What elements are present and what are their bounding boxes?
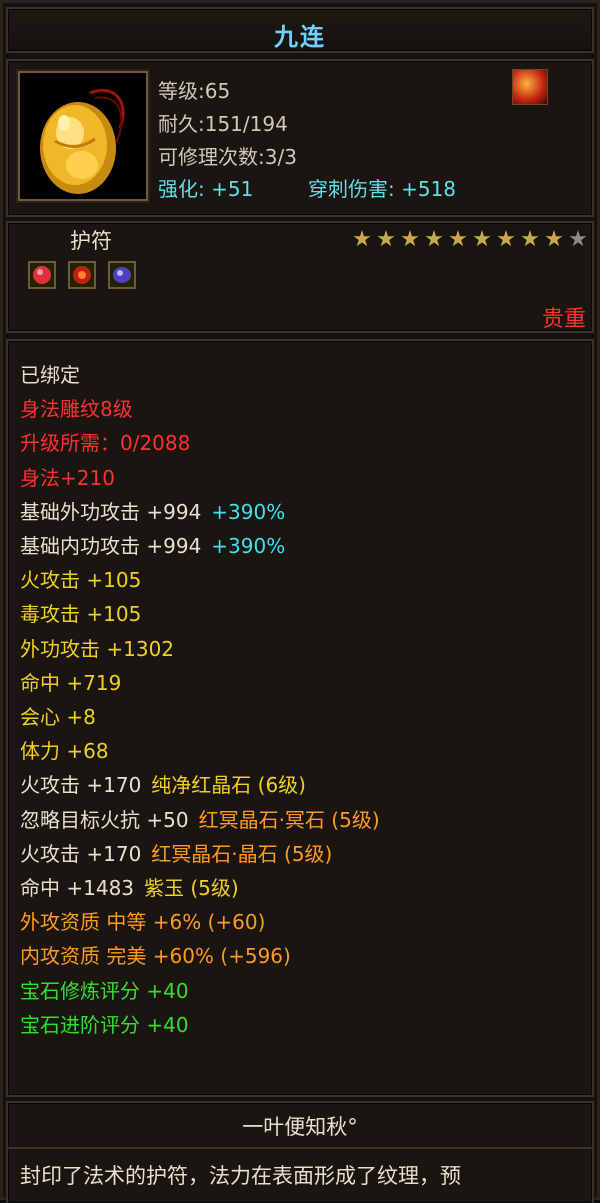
star-filled-icon: ★ xyxy=(448,227,468,252)
stat-line: 身法+210 xyxy=(20,462,115,491)
enhance-text: 强化: +51 xyxy=(158,177,254,201)
item-info-box: 等级:65 耐久:151/194 可修理次数:3/3 强化: +51 穿刺伤害:… xyxy=(6,59,594,217)
stat-line: 宝石进阶评分 +40 xyxy=(20,1009,189,1038)
amber-talisman-icon xyxy=(18,71,148,201)
stat-line: 升级所需：0/2088 xyxy=(20,427,190,456)
item-name: 九连 xyxy=(274,23,326,51)
stat-text: 内攻资质 完美 +60% (+596) xyxy=(20,944,291,969)
pierce-damage-text: 穿刺伤害: +518 xyxy=(308,177,457,201)
stat-line: 会心 +8 xyxy=(20,701,96,730)
stat-line: 宝石修炼评分 +40 xyxy=(20,975,189,1004)
stat-line: 基础外功攻击 +994 +390% xyxy=(20,496,285,525)
stat-text: 命中 +719 xyxy=(20,670,122,695)
stat-line: 火攻击 +170 纯净红晶石 (6级) xyxy=(20,769,306,798)
rarity-label: 贵重 xyxy=(541,307,586,332)
stat-line: 外功攻击 +1302 xyxy=(20,633,174,662)
stat-text: 基础外功攻击 +994 xyxy=(20,499,202,524)
stat-line: 已绑定 xyxy=(20,359,80,388)
stat-extra-text: 紫玉 (5级) xyxy=(144,876,239,900)
star-empty-icon: ★ xyxy=(568,227,588,252)
stat-text: 毒攻击 +105 xyxy=(20,602,142,627)
stat-line: 基础内功攻击 +994 +390% xyxy=(20,530,285,559)
stat-text: 身法+210 xyxy=(20,465,115,490)
item-type-label: 护符 xyxy=(70,229,112,253)
stat-text: 基础内功攻击 +994 xyxy=(20,534,202,558)
stat-text: 身法雕纹8级 xyxy=(20,397,133,422)
stat-text: 宝石进阶评分 +40 xyxy=(20,1012,189,1037)
red-fire-gem-icon xyxy=(68,261,96,289)
star-filled-icon: ★ xyxy=(352,227,372,252)
stat-line: 体力 +68 xyxy=(20,735,109,764)
stat-text: 命中 +1483 xyxy=(20,876,135,900)
footer-box: 一叶便知秋° 封印了法术的护符，法力在表面形成了纹理，预 xyxy=(6,1101,594,1203)
stat-line: 火攻击 +170 红冥晶石·晶石 (5级) xyxy=(20,838,332,867)
star-filled-icon: ★ xyxy=(376,227,396,252)
stat-text: 会心 +8 xyxy=(20,705,96,729)
stats-box: 已绑定身法雕纹8级升级所需：0/2088 身法+210 基础外功攻击 +994 +39… xyxy=(6,339,594,1097)
red-gem-icon xyxy=(28,261,56,289)
stat-text: 外功攻击 +1302 xyxy=(20,636,175,661)
stat-text: 体力 +68 xyxy=(20,739,109,764)
level-text: 等级:65 xyxy=(158,79,231,103)
stat-line: 忽略目标火抗 +50 红冥晶石·冥石 (5级) xyxy=(20,804,380,833)
star-filled-icon: ★ xyxy=(496,227,516,252)
star-filled-icon: ★ xyxy=(400,227,420,252)
owner-name: 一叶便知秋° xyxy=(242,1115,358,1139)
stat-extra-text: +390% xyxy=(211,534,286,558)
star-rating: ★ ★ ★ ★ ★ ★ ★ ★ ★ ★ xyxy=(350,227,590,252)
fire-buff-icon xyxy=(512,69,548,105)
stat-text: 火攻击 +105 xyxy=(20,568,142,593)
stat-text: 宝石修炼评分 +40 xyxy=(20,978,189,1003)
stat-line: 命中 +1483 紫玉 (5级) xyxy=(20,872,239,901)
stat-text: 火攻击 +170 xyxy=(20,773,142,798)
stat-text: 火攻击 +170 xyxy=(20,841,142,866)
stat-text: 已绑定 xyxy=(20,363,80,387)
stat-line: 内攻资质 完美 +60% (+596) xyxy=(20,940,291,969)
stat-extra-text: 红冥晶石·冥石 (5级) xyxy=(198,807,380,832)
item-tooltip: 九连 等级:65 耐久:151/194 可修理次数:3/3 强化: +51 穿刺… xyxy=(0,0,600,1203)
item-description: 封印了法术的护符，法力在表面形成了纹理，预 xyxy=(20,1164,461,1188)
title-bar: 九连 xyxy=(6,7,594,53)
stat-extra-text: 纯净红晶石 (6级) xyxy=(151,773,306,798)
star-filled-icon: ★ xyxy=(472,227,492,252)
durability-text: 耐久:151/194 xyxy=(158,112,288,136)
stat-line: 命中 +719 xyxy=(20,667,121,696)
stat-line: 身法雕纹8级 xyxy=(20,393,133,422)
stat-line: 火攻击 +105 xyxy=(20,564,141,593)
stat-text: 外攻资质 中等 +6% (+60) xyxy=(20,910,266,935)
stat-text: 升级所需：0/2088 xyxy=(20,431,191,456)
stat-extra-text: 红冥晶石·晶石 (5级) xyxy=(151,841,333,866)
stat-line: 外攻资质 中等 +6% (+60) xyxy=(20,906,265,935)
footer-divider xyxy=(8,1147,592,1149)
star-filled-icon: ★ xyxy=(424,227,444,252)
purple-gem-icon xyxy=(108,261,136,289)
stat-line: 毒攻击 +105 xyxy=(20,598,141,627)
stat-text: 忽略目标火抗 +50 xyxy=(20,807,189,832)
star-filled-icon: ★ xyxy=(544,227,564,252)
stat-extra-text: +390% xyxy=(211,499,286,524)
star-filled-icon: ★ xyxy=(520,227,540,252)
repair-count-text: 可修理次数:3/3 xyxy=(158,145,297,169)
item-type-box: 护符 ★ ★ ★ ★ ★ ★ ★ ★ ★ ★ 贵重 xyxy=(6,221,594,333)
